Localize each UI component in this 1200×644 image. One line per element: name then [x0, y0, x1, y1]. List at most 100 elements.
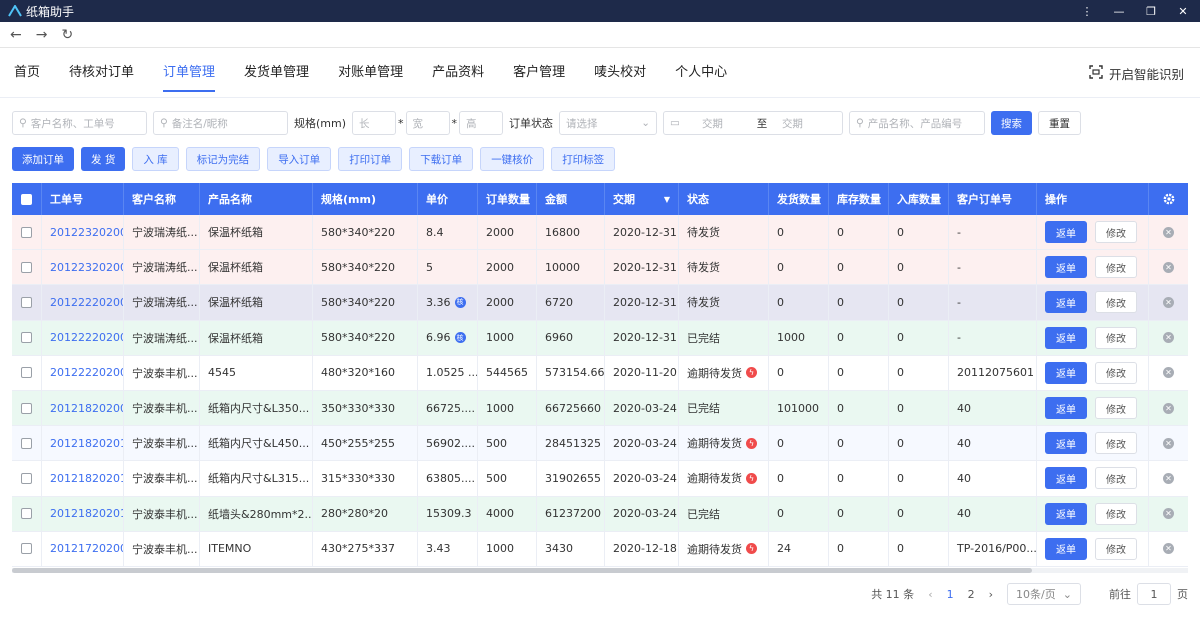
cell-code[interactable]: 201217202001 — [42, 531, 124, 566]
next-page-icon[interactable]: › — [989, 588, 993, 601]
table-row[interactable]: 201223202002宁波瑞涛纸...保温杯纸箱580*340*2208.42… — [12, 215, 1188, 251]
order-code-link[interactable]: 201222202001 — [50, 366, 123, 379]
return-order-button[interactable]: 返单 — [1045, 502, 1087, 525]
row-select[interactable] — [12, 285, 42, 320]
status-select[interactable]: 请选择 ⌄ — [559, 111, 658, 135]
row-checkbox[interactable] — [21, 261, 32, 273]
reset-button[interactable]: 重置 — [1038, 111, 1082, 135]
table-row[interactable]: 201222202003宁波瑞涛纸...保温杯纸箱580*340*2203.36… — [12, 285, 1188, 321]
customer-search-input[interactable]: ⚲ 客户名称、工单号 — [12, 111, 147, 135]
menu-item-7[interactable]: 唛头校对 — [594, 48, 646, 98]
cell-delete[interactable]: ✕ — [1149, 321, 1188, 355]
cell-code[interactable]: 201222202003 — [42, 285, 124, 320]
order-code-link[interactable]: 201218202011 — [50, 472, 123, 485]
table-row[interactable]: 201218202010宁波泰丰机...纸箱内尺寸&L450...450*255… — [12, 426, 1188, 462]
refresh-icon[interactable]: ↻ — [61, 27, 73, 43]
order-code-link[interactable]: 201218202009 — [50, 402, 123, 415]
row-select[interactable] — [12, 250, 42, 285]
action-button-7[interactable]: 一键核价 — [480, 147, 545, 171]
delete-icon[interactable]: ✕ — [1163, 437, 1174, 449]
horizontal-scrollbar[interactable] — [12, 568, 1188, 573]
row-checkbox[interactable] — [21, 226, 32, 238]
back-icon[interactable]: ← — [10, 27, 22, 43]
table-row[interactable]: 201218202012宁波泰丰机...纸墙头&280mm*2...280*28… — [12, 496, 1188, 532]
cell-code[interactable]: 201218202012 — [42, 496, 124, 531]
edit-order-button[interactable]: 修改 — [1095, 432, 1137, 455]
page-1[interactable]: 1 — [947, 588, 954, 601]
delete-icon[interactable]: ✕ — [1163, 261, 1174, 273]
menu-item-6[interactable]: 客户管理 — [513, 48, 565, 98]
search-button[interactable]: 搜索 — [991, 111, 1033, 135]
cell-code[interactable]: 201222202001 — [42, 355, 124, 390]
return-order-button[interactable]: 返单 — [1045, 221, 1087, 244]
menu-item-2[interactable]: 订单管理 — [163, 48, 216, 98]
col-date[interactable]: 交期 ▼ — [605, 183, 679, 215]
page-2[interactable]: 2 — [968, 588, 975, 601]
delete-icon[interactable]: ✕ — [1163, 296, 1174, 308]
column-settings-gear-icon[interactable] — [1149, 183, 1188, 215]
forward-icon[interactable]: → — [36, 27, 48, 43]
length-input[interactable]: 长 — [352, 111, 397, 135]
page-size-select[interactable]: 10条/页 ⌄ — [1007, 583, 1081, 605]
row-select[interactable] — [12, 531, 42, 566]
menu-item-8[interactable]: 个人中心 — [675, 48, 727, 98]
delete-icon[interactable]: ✕ — [1163, 543, 1174, 555]
return-order-button[interactable]: 返单 — [1045, 361, 1087, 384]
order-code-link[interactable]: 201223202001 — [50, 261, 123, 274]
action-button-2[interactable]: 入 库 — [132, 147, 179, 171]
cell-delete[interactable]: ✕ — [1149, 426, 1188, 460]
cell-code[interactable]: 201218202010 — [42, 426, 124, 461]
remark-search-input[interactable]: ⚲ 备注名/昵称 — [153, 111, 288, 135]
cell-delete[interactable]: ✕ — [1149, 356, 1188, 390]
return-order-button[interactable]: 返单 — [1045, 256, 1087, 279]
page-jump-input[interactable]: 1 — [1137, 583, 1171, 605]
cell-delete[interactable]: ✕ — [1149, 285, 1188, 319]
delete-icon[interactable]: ✕ — [1163, 226, 1174, 238]
cell-code[interactable]: 201223202002 — [42, 215, 124, 250]
row-select[interactable] — [12, 390, 42, 426]
delete-icon[interactable]: ✕ — [1163, 508, 1174, 520]
action-button-0[interactable]: 添加订单 — [12, 147, 74, 171]
row-select[interactable] — [12, 496, 42, 531]
width-input[interactable]: 宽 — [405, 111, 450, 135]
table-row[interactable]: 201222202001宁波泰丰机...4545480*320*1601.052… — [12, 355, 1188, 391]
product-search-input[interactable]: ⚲ 产品名称、产品编号 — [849, 111, 986, 135]
prev-page-icon[interactable]: ‹ — [928, 588, 932, 601]
delete-icon[interactable]: ✕ — [1163, 402, 1174, 414]
edit-order-button[interactable]: 修改 — [1095, 397, 1137, 420]
return-order-button[interactable]: 返单 — [1045, 467, 1087, 490]
order-code-link[interactable]: 201222202003 — [50, 296, 123, 309]
return-order-button[interactable]: 返单 — [1045, 432, 1087, 455]
ai-recognition-button[interactable]: 开启智能识别 — [1089, 48, 1184, 98]
row-checkbox[interactable] — [21, 543, 32, 555]
date-range-picker[interactable]: ▭ 交期 至 交期 — [663, 111, 844, 135]
table-row[interactable]: 201218202009宁波泰丰机...纸箱内尺寸&L350...350*330… — [12, 390, 1188, 427]
menu-item-1[interactable]: 待核对订单 — [69, 48, 134, 98]
row-select[interactable] — [12, 355, 42, 390]
return-order-button[interactable]: 返单 — [1045, 326, 1087, 349]
cell-delete[interactable]: ✕ — [1149, 461, 1188, 495]
cell-delete[interactable]: ✕ — [1149, 391, 1188, 425]
cell-code[interactable]: 201218202009 — [42, 390, 124, 426]
cell-delete[interactable]: ✕ — [1149, 250, 1188, 284]
menu-item-3[interactable]: 发货单管理 — [244, 48, 309, 98]
delete-icon[interactable]: ✕ — [1163, 367, 1174, 379]
cell-code[interactable]: 201218202011 — [42, 461, 124, 496]
action-button-6[interactable]: 下载订单 — [409, 147, 474, 171]
edit-order-button[interactable]: 修改 — [1095, 502, 1137, 525]
order-code-link[interactable]: 201217202001 — [50, 542, 123, 555]
menu-item-0[interactable]: 首页 — [14, 48, 40, 98]
order-code-link[interactable]: 201218202010 — [50, 437, 123, 450]
edit-order-button[interactable]: 修改 — [1095, 537, 1137, 560]
action-button-4[interactable]: 导入订单 — [267, 147, 332, 171]
menu-item-5[interactable]: 产品资料 — [432, 48, 484, 98]
row-select[interactable] — [12, 426, 42, 461]
table-row[interactable]: 201223202001宁波瑞涛纸...保温杯纸箱580*340*2205200… — [12, 250, 1188, 286]
return-order-button[interactable]: 返单 — [1045, 291, 1087, 314]
row-select[interactable] — [12, 215, 42, 250]
row-checkbox[interactable] — [21, 367, 32, 379]
select-all-checkbox[interactable] — [12, 183, 42, 215]
action-button-5[interactable]: 打印订单 — [338, 147, 403, 171]
order-code-link[interactable]: 201223202002 — [50, 226, 123, 239]
menu-icon[interactable]: ⋮ — [1078, 5, 1096, 18]
